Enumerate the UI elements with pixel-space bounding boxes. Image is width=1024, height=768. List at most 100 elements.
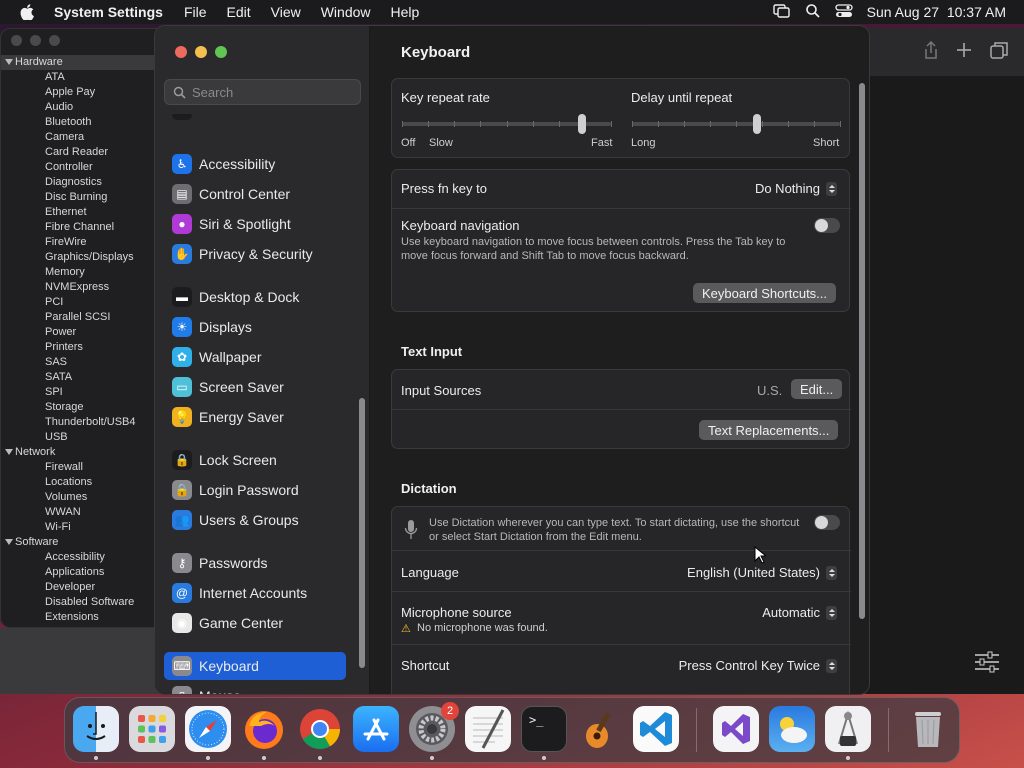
keyboard-nav-toggle[interactable] xyxy=(814,218,840,233)
tree-group-network[interactable]: Network xyxy=(1,445,159,460)
plus-icon[interactable] xyxy=(956,42,972,63)
sidebar-scrollbar[interactable] xyxy=(359,398,365,668)
sidebar-item-appearance[interactable] xyxy=(164,114,346,124)
zoom-button[interactable] xyxy=(215,46,227,58)
sidebar-item-login-password[interactable]: 🔒 Login Password xyxy=(164,476,346,504)
tree-item[interactable]: USB xyxy=(1,430,159,445)
simulator-icon[interactable] xyxy=(825,706,871,752)
launchpad-icon[interactable] xyxy=(129,706,175,752)
sidebar-item-privacy-security[interactable]: ✋ Privacy & Security xyxy=(164,240,346,268)
minimize-button[interactable] xyxy=(195,46,207,58)
garageband-icon[interactable] xyxy=(577,706,623,752)
visual-studio-icon[interactable] xyxy=(713,706,759,752)
tree-item[interactable]: Memory xyxy=(1,265,159,280)
menu-window[interactable]: Window xyxy=(321,4,371,20)
app-store-icon[interactable] xyxy=(353,706,399,752)
tree-item[interactable]: Audio xyxy=(1,100,159,115)
content-scrollbar[interactable] xyxy=(859,83,865,619)
sidebar-item-displays[interactable]: ☀ Displays xyxy=(164,313,346,341)
fn-key-popup[interactable]: Do Nothing xyxy=(755,181,837,196)
apple-icon[interactable] xyxy=(18,4,36,20)
sidebar-item-keyboard[interactable]: ⌨ Keyboard xyxy=(164,652,346,680)
tree-item[interactable]: ATA xyxy=(1,70,159,85)
tree-item[interactable]: PCI xyxy=(1,295,159,310)
tree-item[interactable]: Parallel SCSI xyxy=(1,310,159,325)
tree-item[interactable]: Bluetooth xyxy=(1,115,159,130)
sidebar-item-control-center[interactable]: ▤ Control Center xyxy=(164,180,346,208)
sidebar-item-game-center[interactable]: ◉ Game Center xyxy=(164,609,346,637)
microphone-source-popup[interactable]: Automatic xyxy=(762,605,837,620)
keyboard-shortcuts-button[interactable]: Keyboard Shortcuts... xyxy=(693,283,837,303)
safari-icon[interactable] xyxy=(185,706,231,752)
tree-item[interactable]: Camera xyxy=(1,130,159,145)
sliders-icon[interactable] xyxy=(974,651,1000,678)
text-replacements-button[interactable]: Text Replacements... xyxy=(699,420,839,440)
dictation-toggle[interactable] xyxy=(814,515,840,530)
shortcut-popup[interactable]: Press Control Key Twice xyxy=(679,658,837,673)
tree-item[interactable]: Fibre Channel xyxy=(1,220,159,235)
menu-view[interactable]: View xyxy=(271,4,301,20)
control-center-icon[interactable] xyxy=(835,3,853,21)
menu-file[interactable]: File xyxy=(184,4,207,20)
tree-item[interactable]: Storage xyxy=(1,400,159,415)
close-button[interactable] xyxy=(175,46,187,58)
menu-edit[interactable]: Edit xyxy=(227,4,251,20)
sidebar-item-passwords[interactable]: ⚷ Passwords xyxy=(164,549,346,577)
tree-item[interactable]: Disc Burning xyxy=(1,190,159,205)
trash-icon[interactable] xyxy=(905,706,951,752)
tree-item[interactable]: Volumes xyxy=(1,490,159,505)
tree-item[interactable]: Controller xyxy=(1,160,159,175)
tree-item[interactable]: Accessibility xyxy=(1,550,159,565)
tree-item[interactable]: Diagnostics xyxy=(1,175,159,190)
sidebar-item-mouse[interactable]: ▯ Mouse xyxy=(164,682,346,694)
sidebar-item-accessibility[interactable]: ♿ Accessibility xyxy=(164,150,346,178)
search-icon[interactable] xyxy=(805,3,821,22)
vscode-icon[interactable] xyxy=(633,706,679,752)
delay-repeat-knob[interactable] xyxy=(753,114,761,134)
tree-item[interactable]: Wi-Fi xyxy=(1,520,159,535)
tree-item[interactable]: FireWire xyxy=(1,235,159,250)
tree-item[interactable]: SPI xyxy=(1,385,159,400)
tree-item[interactable]: Apple Pay xyxy=(1,85,159,100)
finder-icon[interactable] xyxy=(73,706,119,752)
tree-item[interactable]: Graphics/Displays xyxy=(1,250,159,265)
sidebar-item-wallpaper[interactable]: ✿ Wallpaper xyxy=(164,343,346,371)
edit-input-sources-button[interactable]: Edit... xyxy=(791,379,843,399)
search-input[interactable] xyxy=(192,84,352,100)
tree-item[interactable]: Disabled Software xyxy=(1,595,159,610)
terminal-icon[interactable]: >_ xyxy=(521,706,567,752)
sidebar-item-internet-accounts[interactable]: @ Internet Accounts xyxy=(164,579,346,607)
share-icon[interactable] xyxy=(924,40,938,64)
sidebar-item-screen-saver[interactable]: ▭ Screen Saver xyxy=(164,373,346,401)
sidebar-item-desktop-dock[interactable]: ▬ Desktop & Dock xyxy=(164,283,346,311)
tabs-overview-icon[interactable] xyxy=(990,41,1008,64)
tree-item[interactable]: Extensions xyxy=(1,610,159,625)
search-field[interactable] xyxy=(164,79,361,105)
textedit-icon[interactable] xyxy=(465,706,511,752)
tree-item[interactable]: SATA xyxy=(1,370,159,385)
sidebar-item-energy-saver[interactable]: 💡 Energy Saver xyxy=(164,403,346,431)
clock[interactable]: Sun Aug 27 10:37 AM xyxy=(867,4,1006,20)
tree-item[interactable]: Printers xyxy=(1,340,159,355)
tree-item[interactable]: Locations xyxy=(1,475,159,490)
tree-item[interactable]: Developer xyxy=(1,580,159,595)
menu-help[interactable]: Help xyxy=(391,4,420,20)
tree-item[interactable]: Applications xyxy=(1,565,159,580)
sidebar-item-siri-spotlight[interactable]: ● Siri & Spotlight xyxy=(164,210,346,238)
tree-group-hardware[interactable]: Hardware xyxy=(1,55,159,70)
sidebar-item-users-groups[interactable]: 👥 Users & Groups xyxy=(164,506,346,534)
firefox-icon[interactable] xyxy=(241,706,287,752)
tree-item[interactable]: Thunderbolt/USB4 xyxy=(1,415,159,430)
tree-item[interactable]: SAS xyxy=(1,355,159,370)
weather-icon[interactable] xyxy=(769,706,815,752)
tree-item[interactable]: NVMExpress xyxy=(1,280,159,295)
tree-item[interactable]: Card Reader xyxy=(1,145,159,160)
tree-item[interactable]: WWAN xyxy=(1,505,159,520)
screen-mirroring-icon[interactable] xyxy=(772,3,791,21)
tree-item[interactable]: Firewall xyxy=(1,460,159,475)
sidebar-item-lock-screen[interactable]: 🔒 Lock Screen xyxy=(164,446,346,474)
tree-group-software[interactable]: Software xyxy=(1,535,159,550)
key-repeat-knob[interactable] xyxy=(578,114,586,134)
app-menu[interactable]: System Settings xyxy=(54,4,163,20)
chrome-icon[interactable] xyxy=(297,706,343,752)
